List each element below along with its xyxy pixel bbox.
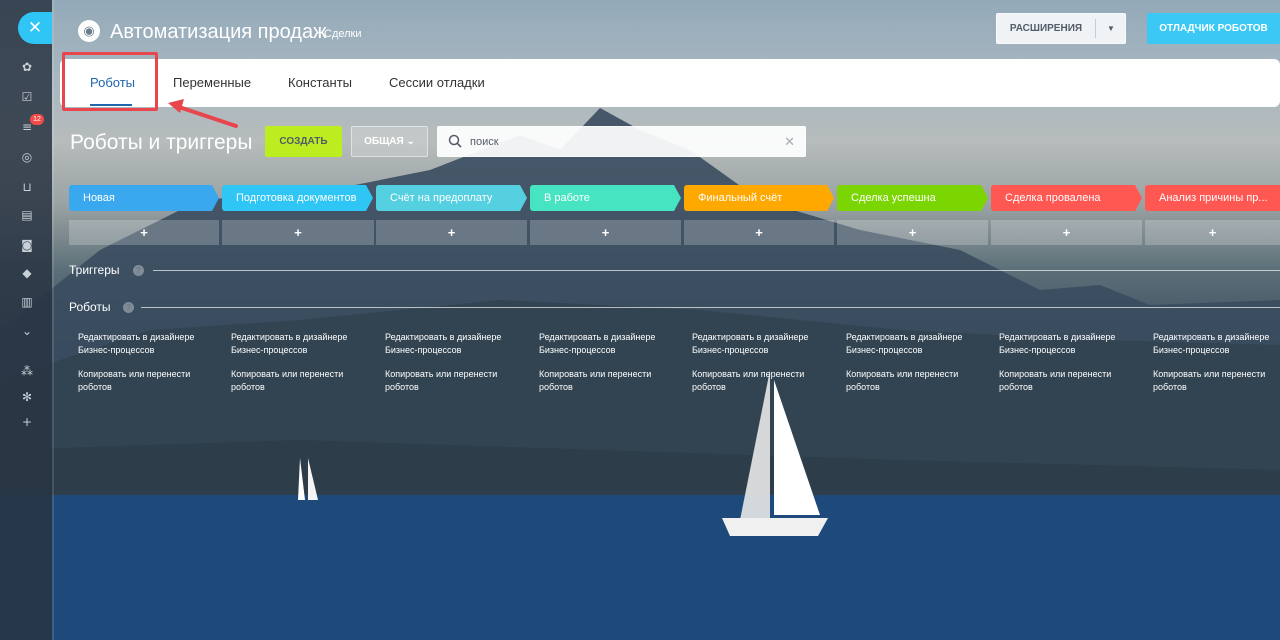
edit-in-designer-link[interactable]: Редактировать в дизайнере Бизнес-процесс… xyxy=(1153,331,1278,357)
checkbox-icon[interactable]: ☑ xyxy=(20,90,34,104)
button-separator xyxy=(1095,19,1096,38)
copy-move-robots-link[interactable]: Копировать или перенести роботов xyxy=(1153,368,1278,394)
stage-robot-links: Редактировать в дизайнере Бизнес-процесс… xyxy=(846,331,986,405)
stage-loss-analysis[interactable]: Анализ причины пр... xyxy=(1145,185,1280,211)
add-robot-button[interactable]: + xyxy=(837,220,988,245)
copy-move-robots-link[interactable]: Копировать или перенести роботов xyxy=(78,368,218,394)
stage-documents[interactable]: Подготовка документов xyxy=(222,185,373,211)
stage-robot-links: Редактировать в дизайнере Бизнес-процесс… xyxy=(78,331,218,405)
edit-in-designer-link[interactable]: Редактировать в дизайнере Бизнес-процесс… xyxy=(78,331,218,357)
add-robot-button[interactable]: + xyxy=(530,220,681,245)
box-icon[interactable]: ◆ xyxy=(20,266,34,280)
stage-robot-links: Редактировать в дизайнере Бизнес-процесс… xyxy=(385,331,525,405)
chevron-down-icon: ⌄ xyxy=(406,136,415,147)
stage-robot-links: Редактировать в дизайнере Бизнес-процесс… xyxy=(539,331,679,405)
copy-move-robots-link[interactable]: Копировать или перенести роботов xyxy=(231,368,371,394)
stage-robot-links: Редактировать в дизайнере Бизнес-процесс… xyxy=(692,331,832,405)
building-icon[interactable]: ▥ xyxy=(20,295,34,309)
search-icon xyxy=(448,134,462,148)
extensions-button[interactable]: РАСШИРЕНИЯ ▼ xyxy=(996,13,1126,44)
highlight-frame xyxy=(62,52,158,111)
copy-move-robots-link[interactable]: Копировать или перенести роботов xyxy=(999,368,1139,394)
stage-in-progress[interactable]: В работе xyxy=(530,185,681,211)
pointer-arrow xyxy=(168,99,238,128)
chevron-circle-icon[interactable]: ⌄ xyxy=(20,324,34,338)
sitemap-icon[interactable]: ⁂ xyxy=(20,364,34,378)
robot-debugger-button[interactable]: ОТЛАДЧИК РОБОТОВ xyxy=(1147,13,1280,44)
add-robot-button[interactable]: + xyxy=(1145,220,1280,245)
stage-prepayment-invoice[interactable]: Счёт на предоплату xyxy=(376,185,527,211)
page-subtitle: Сделки xyxy=(324,28,362,40)
tab-constants[interactable]: Константы xyxy=(288,59,352,107)
copy-move-robots-link[interactable]: Копировать или перенести роботов xyxy=(846,368,986,394)
target-icon[interactable]: ◎ xyxy=(20,150,34,164)
contact-card-icon[interactable]: ▤ xyxy=(20,208,34,222)
help-icon[interactable]: ? xyxy=(133,265,144,276)
filter-select-label: ОБЩАЯ xyxy=(364,136,404,147)
edit-in-designer-link[interactable]: Редактировать в дизайнере Бизнес-процесс… xyxy=(231,331,371,357)
plus-icon[interactable]: + xyxy=(20,415,34,429)
edit-in-designer-link[interactable]: Редактировать в дизайнере Бизнес-процесс… xyxy=(846,331,986,357)
stage-robot-links: Редактировать в дизайнере Бизнес-процесс… xyxy=(1153,331,1278,405)
stage-final-invoice[interactable]: Финальный счёт xyxy=(684,185,834,211)
copy-move-robots-link[interactable]: Копировать или перенести роботов xyxy=(692,368,832,394)
notification-badge: 12 xyxy=(30,114,44,125)
close-icon[interactable]: ✕ xyxy=(18,12,52,44)
add-robot-button[interactable]: + xyxy=(69,220,219,245)
copy-move-robots-link[interactable]: Копировать или перенести роботов xyxy=(385,368,525,394)
add-robot-button[interactable]: + xyxy=(684,220,834,245)
triggers-divider xyxy=(153,270,1280,271)
tab-debug-sessions[interactable]: Сессии отладки xyxy=(389,59,485,107)
edit-in-designer-link[interactable]: Редактировать в дизайнере Бизнес-процесс… xyxy=(692,331,832,357)
extensions-label: РАСШИРЕНИЯ xyxy=(1009,23,1083,34)
filter-select[interactable]: ОБЩАЯ ⌄ xyxy=(351,126,428,157)
robots-label: Роботы xyxy=(69,300,111,314)
search-input[interactable] xyxy=(470,133,770,151)
clear-icon[interactable]: ✕ xyxy=(784,127,795,156)
stage-robot-links: Редактировать в дизайнере Бизнес-процесс… xyxy=(231,331,371,405)
stage-robot-links: Редактировать в дизайнере Бизнес-процесс… xyxy=(999,331,1139,405)
robots-divider xyxy=(141,307,1280,308)
help-icon[interactable]: ? xyxy=(123,302,134,313)
edit-in-designer-link[interactable]: Редактировать в дизайнере Бизнес-процесс… xyxy=(999,331,1139,357)
sidebar-divider xyxy=(52,0,54,640)
stage-deal-lost[interactable]: Сделка провалена xyxy=(991,185,1142,211)
add-robot-button[interactable]: + xyxy=(991,220,1142,245)
stage-deal-won[interactable]: Сделка успешна xyxy=(837,185,988,211)
chevron-down-icon[interactable]: ▼ xyxy=(1097,14,1125,43)
left-sidebar: ✕ ✿ ☑ ≡ 12 ◎ ⊔ ▤ ◙ ◆ ▥ ⌄ ⁂ ✻ + xyxy=(0,0,52,640)
edit-in-designer-link[interactable]: Редактировать в дизайнере Бизнес-процесс… xyxy=(385,331,525,357)
stage-new[interactable]: Новая xyxy=(69,185,219,211)
page-title: Автоматизация продаж xyxy=(110,21,327,43)
copy-move-robots-link[interactable]: Копировать или перенести роботов xyxy=(539,368,679,394)
search-box[interactable]: ✕ xyxy=(437,126,806,157)
triggers-label: Триггеры xyxy=(69,263,120,277)
cart-icon[interactable]: ⊔ xyxy=(20,180,34,194)
edit-in-designer-link[interactable]: Редактировать в дизайнере Бизнес-процесс… xyxy=(539,331,679,357)
section-title: Роботы и триггеры xyxy=(70,131,253,154)
gear-icon[interactable]: ✻ xyxy=(20,390,34,404)
add-robot-button[interactable]: + xyxy=(222,220,374,245)
robot-app-icon: ◉ xyxy=(78,20,100,42)
users-group-icon[interactable]: ✿ xyxy=(20,60,34,74)
create-button[interactable]: СОЗДАТЬ xyxy=(265,126,342,157)
add-robot-button[interactable]: + xyxy=(376,220,527,245)
robot-icon[interactable]: ◙ xyxy=(20,238,34,252)
